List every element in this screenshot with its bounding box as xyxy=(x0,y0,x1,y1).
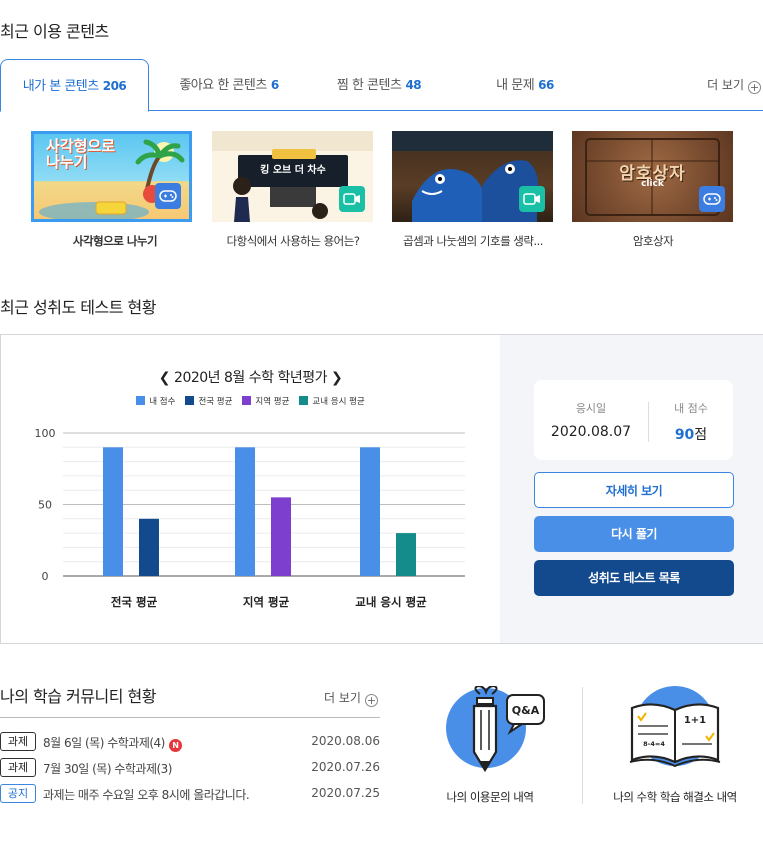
row-text: 8월 6일 (목) 수학과제(4) xyxy=(43,736,165,750)
assignment-tag: 과제 xyxy=(0,758,36,777)
bar-my-score xyxy=(360,447,380,576)
plus-icon: + xyxy=(748,81,761,94)
plus-icon: + xyxy=(364,694,378,707)
book-icon-text: 1+1 xyxy=(684,715,706,726)
score-unit: 점 xyxy=(694,427,708,443)
x-category-label: 전국 평균 xyxy=(111,595,158,609)
content-thumbnail-2[interactable]: 킹 오브 더 차수 xyxy=(212,131,373,222)
tab-label: 내가 본 콘텐츠 xyxy=(22,79,100,94)
row-date: 2020.07.25 xyxy=(311,786,380,800)
tab-label: 찜 한 콘텐츠 xyxy=(336,78,402,93)
x-category-label: 교내 응시 평균 xyxy=(355,595,427,609)
test-summary-panel: 응시일 2020.08.07 내 점수 90점 자세히 보기 다시 풀기 성취도… xyxy=(500,335,763,643)
tab-count: 66 xyxy=(538,78,554,92)
more-label: 더 보기 xyxy=(324,691,361,705)
community-title: 나의 학습 커뮤니티 현황 xyxy=(0,687,156,706)
tab-count: 6 xyxy=(270,78,279,92)
community-more-button[interactable]: 더 보기 + xyxy=(324,689,378,707)
pencil-qna-icon: Q&A xyxy=(446,684,545,773)
test-panel: ❮ 2020년 8월 수학 학년평가 ❯ 내 점수 전국 평균 지역 평균 교내 응시 평… xyxy=(0,334,763,644)
x-category-label: 지역 평균 xyxy=(243,595,290,609)
test-list-button[interactable]: 성취도 테스트 목록 xyxy=(534,560,734,596)
row-text: 과제는 매주 수요일 오후 8시에 올라갑니다. xyxy=(43,788,250,802)
qna-history-link[interactable]: Q&A xyxy=(446,684,546,786)
qna-icon-text: Q&A xyxy=(512,704,540,717)
content-thumbnail-1[interactable]: 사각형으로 나누기 xyxy=(31,131,192,222)
notice-tag: 공지 xyxy=(0,784,36,803)
math-solution-history-label[interactable]: 나의 수학 학습 해결소 내역 xyxy=(605,789,745,805)
content-thumbnail-3[interactable] xyxy=(392,131,553,222)
my-score-value: 90 xyxy=(674,427,695,443)
thumbnail-art-text: 킹 오브 더 차수 xyxy=(260,165,326,176)
test-section-title: 최근 성취도 테스트 현황 xyxy=(0,298,156,317)
recent-contents-title: 최근 이용 콘텐츠 xyxy=(0,22,109,41)
tab-viewed[interactable]: 내가 본 콘텐츠 206 xyxy=(0,59,149,112)
tab-count: 206 xyxy=(102,79,127,93)
test-info-card: 응시일 2020.08.07 내 점수 90점 xyxy=(534,380,733,460)
content-tabs: 내가 본 콘텐츠 206 좋아요 한 콘텐츠 6 찜 한 콘텐츠 48 내 문제 66 … xyxy=(0,59,763,112)
bar-chart: 0 50 100 전국 평균 지역 평균 교내 응시 평균 xyxy=(35,427,465,609)
y-tick-label: 0 xyxy=(42,570,49,583)
tab-count: 48 xyxy=(405,78,422,92)
content-caption-2[interactable]: 다항식에서 사용하는 용어는? xyxy=(203,233,383,249)
bar-average xyxy=(396,533,416,576)
qna-history-label[interactable]: 나의 이용문의 내역 xyxy=(430,789,550,805)
new-badge-icon: N xyxy=(168,739,182,752)
y-tick-label: 100 xyxy=(35,427,56,440)
bar-average xyxy=(139,518,159,576)
community-row[interactable]: 과제 7월 30일 (목) 수학과제(3) 2020.07.26 xyxy=(0,758,380,778)
video-play-icon xyxy=(339,186,365,212)
content-caption-3[interactable]: 곱셈과 나눗셈의 기호를 생략... xyxy=(383,233,563,249)
y-tick-label: 50 xyxy=(38,499,52,512)
row-date: 2020.07.26 xyxy=(311,760,380,774)
open-book-icon: 1+1 8-4=4 xyxy=(629,686,721,768)
my-score-label: 내 점수 xyxy=(674,402,708,415)
tab-liked[interactable]: 좋아요 한 콘텐츠 6 xyxy=(149,59,309,111)
divider xyxy=(0,717,380,718)
detail-button[interactable]: 자세히 보기 xyxy=(534,472,734,508)
tab-bookmarked[interactable]: 찜 한 콘텐츠 48 xyxy=(309,59,449,111)
content-thumbnail-4[interactable]: 암호상자 click xyxy=(572,131,733,222)
divider xyxy=(582,687,583,804)
video-play-icon xyxy=(519,186,545,212)
tab-label: 내 문제 xyxy=(496,78,535,93)
game-controller-icon xyxy=(699,186,725,212)
test-date-label: 응시일 xyxy=(575,402,607,415)
game-controller-icon xyxy=(155,183,181,209)
retry-button[interactable]: 다시 풀기 xyxy=(534,516,734,552)
assignment-tag: 과제 xyxy=(0,732,36,751)
test-date-value: 2020.08.07 xyxy=(550,424,632,440)
row-date: 2020.08.06 xyxy=(311,734,380,748)
more-label: 더 보기 xyxy=(707,78,744,92)
bar-my-score xyxy=(103,447,123,576)
math-solution-history-link[interactable]: 1+1 8-4=4 xyxy=(628,686,728,786)
bar-average xyxy=(271,497,291,576)
content-caption-4[interactable]: 암호상자 xyxy=(563,233,743,249)
book-icon-subtext: 8-4=4 xyxy=(643,740,665,748)
row-text: 7월 30일 (목) 수학과제(3) xyxy=(43,762,173,776)
thumbnail-art-text: 사각형으로 나누기 xyxy=(46,137,116,171)
community-row[interactable]: 공지 과제는 매주 수요일 오후 8시에 올라갑니다. 2020.07.25 xyxy=(0,784,380,804)
community-row[interactable]: 과제 8월 6일 (목) 수학과제(4) N 2020.08.06 xyxy=(0,732,380,752)
tab-label: 좋아요 한 콘텐츠 xyxy=(179,78,267,93)
bar-my-score xyxy=(235,447,255,576)
tab-my-problems[interactable]: 내 문제 66 xyxy=(470,59,580,111)
recent-more-button[interactable]: 더 보기 + xyxy=(707,76,761,94)
content-caption-1[interactable]: 사각형으로 나누기 xyxy=(25,233,205,249)
